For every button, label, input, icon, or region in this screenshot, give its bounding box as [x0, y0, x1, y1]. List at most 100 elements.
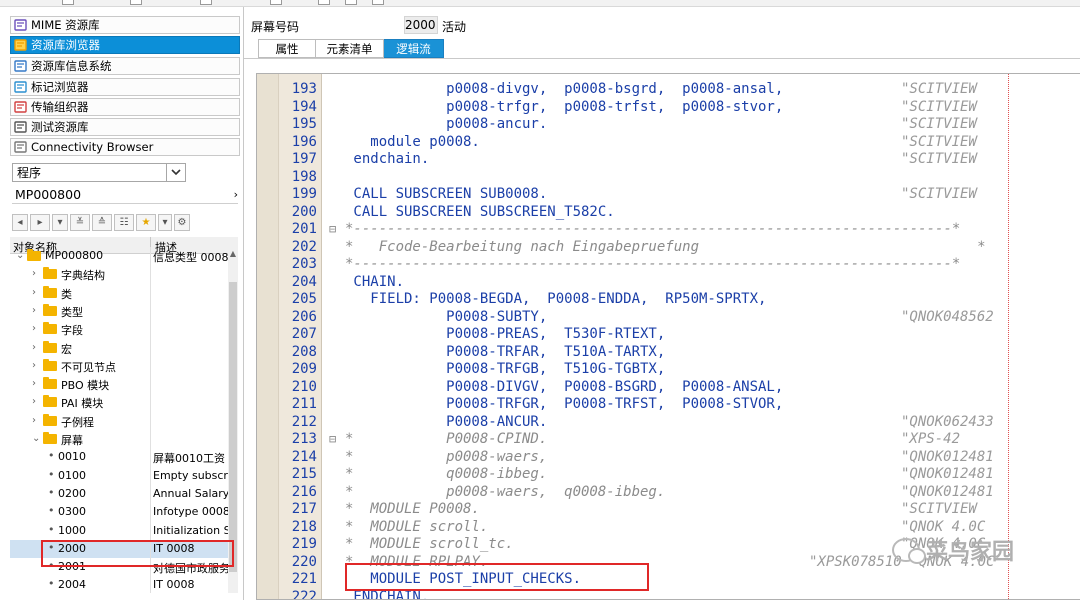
- scrollbar-thumb[interactable]: [229, 282, 237, 572]
- code-line[interactable]: 195 p0008-ancur. "SCITVIEW: [257, 116, 1080, 134]
- chat-bubble-icon: [892, 538, 926, 564]
- code-line[interactable]: 198: [257, 169, 1080, 187]
- tree-row[interactable]: • 0100 Empty subscre: [10, 467, 228, 485]
- code-line[interactable]: 206 P0008-SUBTY, "QNOK048562: [257, 309, 1080, 327]
- code-line[interactable]: 199 CALL SUBSCREEN SUB0008. "SCITVIEW: [257, 186, 1080, 204]
- object-type-select[interactable]: 程序: [12, 163, 186, 182]
- favorites-icon[interactable]: ★: [136, 214, 156, 231]
- hierarchy-icon[interactable]: ☷: [114, 214, 134, 231]
- toolbar-button[interactable]: [372, 0, 384, 5]
- nav-item-3[interactable]: 标记浏览器: [10, 78, 240, 96]
- line-number: 211: [291, 396, 317, 412]
- fold-toggle-icon[interactable]: ⊟: [329, 221, 336, 239]
- nav-item-6[interactable]: Connectivity Browser: [10, 138, 240, 156]
- tree-row[interactable]: › PBO 模块: [10, 375, 228, 393]
- tree-row[interactable]: › 子例程: [10, 412, 228, 430]
- object-name-field[interactable]: MP000800 ›: [12, 185, 238, 204]
- code-line[interactable]: 216 * p0008-waers, q0008-ibbeg. "QNOK01248…: [257, 484, 1080, 502]
- code-line[interactable]: 196 module p0008. "SCITVIEW: [257, 134, 1080, 152]
- code-line[interactable]: 202 * Fcode-Bearbeitung nach Eingabepruef…: [257, 239, 1080, 257]
- code-line[interactable]: 205 FIELD: P0008-BEGDA, P0008-ENDDA, RP5…: [257, 291, 1080, 309]
- tree-row-label: 0200: [58, 486, 86, 500]
- code-line[interactable]: 204 CHAIN.: [257, 274, 1080, 292]
- folder-icon: [43, 358, 57, 371]
- tab-attributes[interactable]: 属性: [258, 39, 316, 58]
- code-line[interactable]: 193 p0008-divgv, p0008-bsgrd, p0008-ansa…: [257, 81, 1080, 99]
- collapse-toggle-icon[interactable]: ⌄: [32, 433, 40, 444]
- code-line[interactable]: 217 * MODULE P0008. "SCITVIEW: [257, 501, 1080, 519]
- code-line[interactable]: 211 P0008-TRFGR, P0008-TRFST, P0008-STVO…: [257, 396, 1080, 414]
- nav-item-0[interactable]: MIME 资源库: [10, 16, 240, 34]
- line-number: 199: [291, 186, 317, 202]
- code-line[interactable]: 212 P0008-ANCUR. "QNOK062433: [257, 414, 1080, 432]
- fold-toggle-icon[interactable]: ⊟: [329, 431, 336, 449]
- chevron-down-icon[interactable]: [166, 164, 185, 181]
- nav-item-1[interactable]: 资源库浏览器: [10, 36, 240, 54]
- code-line[interactable]: 207 P0008-PREAS, T530F-RTEXT,: [257, 326, 1080, 344]
- forward-icon[interactable]: ▸: [30, 214, 50, 231]
- code-text: endchain.: [345, 151, 430, 167]
- code-line[interactable]: 200 CALL SUBSCREEN SUBSCREEN_T582C.: [257, 204, 1080, 222]
- tab-flow-logic[interactable]: 逻辑流: [384, 39, 444, 58]
- expand-all-icon[interactable]: ≙: [92, 214, 112, 231]
- screen-number-field[interactable]: 2000: [404, 16, 438, 34]
- toolbar-button[interactable]: [62, 0, 74, 5]
- folder-icon: [43, 340, 57, 353]
- tree-row[interactable]: •1000 Initialization Sc: [10, 522, 228, 540]
- tree-row[interactable]: ⌄ MP000800 信息类型 0008: [10, 247, 228, 265]
- code-line[interactable]: 214 * p0008-waers, "QNOK012481: [257, 449, 1080, 467]
- expand-toggle-icon[interactable]: ›: [32, 415, 36, 426]
- folder-icon: [43, 377, 57, 390]
- tree-row[interactable]: › PAI 模块: [10, 393, 228, 411]
- code-line[interactable]: 209 P0008-TRFGB, T510G-TGBTX,: [257, 361, 1080, 379]
- settings-icon[interactable]: ⚙: [174, 214, 190, 231]
- code-line[interactable]: 215 * q0008-ibbeg. "QNOK012481: [257, 466, 1080, 484]
- tree-row[interactable]: › 宏: [10, 339, 228, 357]
- toolbar-button[interactable]: [270, 0, 282, 5]
- tab-element-list[interactable]: 元素清单: [316, 39, 384, 58]
- expand-toggle-icon[interactable]: ›: [32, 287, 36, 298]
- nav-item-5[interactable]: 测试资源库: [10, 118, 240, 136]
- expand-toggle-icon[interactable]: ›: [32, 268, 36, 279]
- code-line[interactable]: 201 ⊟ *-----------------------------------…: [257, 221, 1080, 239]
- back-icon[interactable]: ◂: [12, 214, 28, 231]
- tree-row[interactable]: • 0200 Annual Salary: [10, 485, 228, 503]
- expand-toggle-icon[interactable]: ›: [32, 323, 36, 334]
- tree-row[interactable]: › 类: [10, 284, 228, 302]
- history-icon[interactable]: ▾: [52, 214, 68, 231]
- tree-row[interactable]: › 不可见节点: [10, 357, 228, 375]
- expand-toggle-icon[interactable]: ›: [32, 378, 36, 389]
- nav-item-4[interactable]: 传输组织器: [10, 98, 240, 116]
- tree-row[interactable]: › 类型: [10, 302, 228, 320]
- tree-row[interactable]: • 0300 Infotype 0008: [10, 503, 228, 521]
- tree-row[interactable]: › 字段: [10, 320, 228, 338]
- collapse-all-icon[interactable]: ≚: [70, 214, 90, 231]
- code-line[interactable]: 208 P0008-TRFAR, T510A-TARTX,: [257, 344, 1080, 362]
- transport-organizer-icon: [14, 101, 28, 113]
- toolbar-button[interactable]: [200, 0, 212, 5]
- code-line[interactable]: 210 P0008-DIVGV, P0008-BSGRD, P0008-ANSA…: [257, 379, 1080, 397]
- scroll-up-icon[interactable]: ▲: [228, 249, 238, 258]
- toolbar-button[interactable]: [318, 0, 330, 5]
- expand-toggle-icon[interactable]: ›: [32, 342, 36, 353]
- expand-toggle-icon[interactable]: ›: [32, 360, 36, 371]
- tree-row[interactable]: • 2004 IT 0008: [10, 576, 228, 593]
- code-line[interactable]: 197 endchain. "SCITVIEW: [257, 151, 1080, 169]
- toolbar-button[interactable]: [345, 0, 357, 5]
- nav-item-2[interactable]: 资源库信息系统: [10, 57, 240, 75]
- expand-toggle-icon[interactable]: ›: [32, 305, 36, 316]
- tree-row[interactable]: › 字典结构: [10, 265, 228, 283]
- chevron-right-icon[interactable]: ›: [234, 188, 238, 201]
- tree-row[interactable]: • 0010 屏幕0010工资: [10, 448, 228, 466]
- code-line[interactable]: 203 *------------------------------------…: [257, 256, 1080, 274]
- code-line[interactable]: 194 p0008-trfgr, p0008-trfst, p0008-stvo…: [257, 99, 1080, 117]
- collapse-toggle-icon[interactable]: ⌄: [16, 250, 24, 261]
- line-number: 200: [291, 203, 317, 220]
- chevron-down-icon[interactable]: ▾: [158, 214, 172, 231]
- tree-row[interactable]: ⌄ 屏幕: [10, 430, 228, 448]
- flow-logic-editor[interactable]: 193 p0008-divgv, p0008-bsgrd, p0008-ansa…: [256, 73, 1080, 600]
- toolbar-button[interactable]: [130, 0, 142, 5]
- code-line[interactable]: 213 ⊟ * P0008-CPIND. "XPS-42: [257, 431, 1080, 449]
- expand-toggle-icon[interactable]: ›: [32, 396, 36, 407]
- folder-icon: [43, 413, 57, 426]
